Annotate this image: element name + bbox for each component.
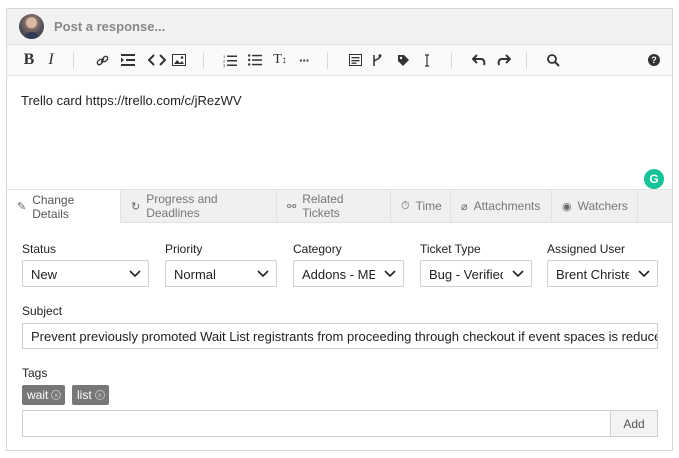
tab-related-tickets[interactable]: ⚯ Related Tickets [277,190,391,222]
tab-label: Related Tickets [302,192,344,220]
tag-input[interactable] [22,410,610,437]
eye-icon: ◉ [562,200,572,213]
edit-icon: ✎ [17,201,27,213]
search-icon[interactable] [543,50,563,70]
italic-button[interactable]: I [41,50,61,70]
subject-input[interactable]: Prevent previously promoted Wait List re… [22,323,658,349]
undo-icon[interactable] [469,50,489,70]
response-editor[interactable]: Trello card https://trello.com/c/jRezWV … [7,76,672,189]
ordered-list-icon[interactable]: 123 [220,50,240,70]
priority-label: Priority [165,242,203,256]
assigned-user-value: Brent Christensen [556,267,629,282]
ticket-type-select[interactable]: Bug - Verified [420,260,532,287]
paperclip-icon: ⌀ [461,200,468,213]
post-response-header[interactable]: Post a response... [7,9,672,45]
redo-icon[interactable] [494,50,514,70]
add-tag-button[interactable]: Add [610,410,658,437]
more-options-icon[interactable]: ··· [294,50,314,70]
refresh-icon: ↻ [131,200,141,213]
tab-label: Watchers [577,199,628,213]
tab-attachments[interactable]: ⌀ Attachments [451,190,552,222]
tag-icon[interactable] [393,50,413,70]
code-icon[interactable] [147,50,167,70]
tab-change-details[interactable]: ✎ Change Details [7,190,121,223]
avatar [19,14,44,39]
heading-icon: T [273,52,282,67]
tab-watchers[interactable]: ◉ Watchers [552,190,638,222]
link-icon: ⚯ [287,200,297,213]
tab-time[interactable]: ⏱ Time [391,190,451,222]
help-glyph: ? [648,54,660,66]
help-icon[interactable]: ? [644,50,664,70]
tab-label: Change Details [32,192,75,221]
toolbar-divider [526,52,527,69]
bold-button[interactable]: B [19,50,39,70]
remove-tag-icon[interactable]: × [51,390,62,400]
post-response-placeholder[interactable]: Post a response... [54,19,165,34]
chevron-down-icon [384,270,396,278]
tags-label: Tags [22,366,48,380]
priority-value: Normal [174,267,216,282]
response-panel: Post a response... B I 123 T ↕ ··· ? Tre… [6,8,673,451]
toolbar-divider [73,52,74,69]
cursor-icon[interactable] [417,50,437,70]
heading-size-arrow-icon: ↕ [281,54,287,66]
stopwatch-icon: ⏱ [401,199,410,212]
assigned-user-select[interactable]: Brent Christensen [547,260,658,287]
ticket-type-value: Bug - Verified [429,267,503,282]
status-label: Status [22,242,57,256]
heading-button[interactable]: T ↕ [270,50,290,70]
chevron-down-icon [512,270,524,278]
assigned-user-label: Assigned User [547,242,626,256]
tab-label: Time [415,199,442,213]
chevron-down-icon [257,270,269,278]
toolbar-divider [327,52,328,69]
tag-chip[interactable]: list × [72,385,109,405]
editor-toolbar: B I 123 T ↕ ··· ? [7,45,672,76]
toolbar-divider [203,52,204,69]
category-select[interactable]: Addons - ME [293,260,404,287]
category-value: Addons - ME [302,267,375,282]
status-select[interactable]: New [22,260,149,287]
link-icon[interactable] [92,50,112,70]
image-icon[interactable] [169,50,189,70]
category-label: Category [293,242,342,256]
remove-tag-icon[interactable]: × [94,390,105,400]
tab-label: Progress and Deadlines [146,192,218,220]
chevron-down-icon [129,270,141,278]
ticket-tabs: ✎ Change Details ↻ Progress and Deadlines … [7,189,672,223]
svg-text:3: 3 [223,63,226,67]
editor-content[interactable]: Trello card https://trello.com/c/jRezWV [21,93,242,108]
chevron-down-icon [638,270,650,278]
priority-select[interactable]: Normal [165,260,277,287]
toolbar-divider [451,52,452,69]
branch-icon[interactable] [367,50,387,70]
subject-label: Subject [22,304,63,318]
ticket-type-label: Ticket Type [420,242,481,256]
template-icon[interactable] [345,50,365,70]
grammarly-icon[interactable]: G [644,169,664,189]
tag-label: list [77,388,92,402]
indent-icon[interactable] [118,50,138,70]
tab-progress-and-deadlines[interactable]: ↻ Progress and Deadlines [121,190,277,222]
tab-label: Attachments [473,199,541,213]
tag-chip[interactable]: wait × [22,385,66,405]
bullet-list-icon[interactable] [245,50,265,70]
tag-label: wait [27,388,49,402]
status-value: New [31,267,58,282]
